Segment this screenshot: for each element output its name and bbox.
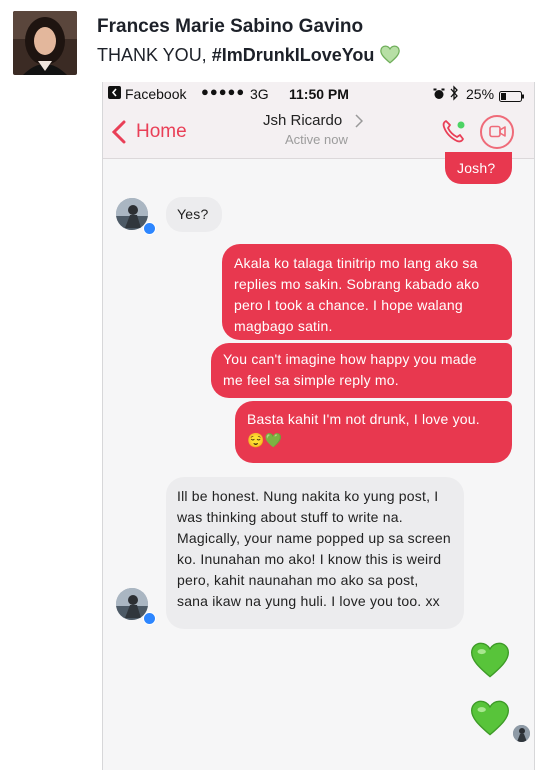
video-call-icon[interactable] (480, 115, 514, 149)
status-app-label: Facebook (125, 86, 187, 102)
post-text-prefix: THANK YOU, (97, 45, 212, 65)
message-outgoing[interactable]: Josh? (445, 152, 512, 184)
seen-indicator-avatar (513, 725, 530, 742)
message-text: You can't imagine how happy you made me … (223, 351, 477, 388)
messenger-screenshot: Facebook ●●●●● 3G 11:50 PM 25% Home Jsh … (102, 82, 535, 770)
message-incoming[interactable]: Ill be honest. Nung nakita ko yung post,… (166, 477, 464, 629)
green-heart-icon[interactable] (470, 641, 510, 684)
message-outgoing[interactable]: Akala ko talaga tinitrip mo lang ako sa … (222, 244, 512, 340)
status-bar: Facebook ●●●●● 3G 11:50 PM 25% (103, 82, 534, 106)
green-heart-icon[interactable] (470, 699, 510, 742)
back-to-app-icon[interactable] (108, 86, 121, 102)
message-text: Josh? (457, 160, 496, 176)
chevron-left-icon[interactable] (111, 119, 127, 150)
message-text: Basta kahit I'm not drunk, I love you. (247, 411, 480, 427)
battery-icon (499, 89, 525, 105)
message-incoming[interactable]: Yes? (166, 197, 222, 232)
message-text: Yes? (177, 206, 209, 222)
message-emoji: 😌💚 (247, 432, 283, 448)
post-text: THANK YOU, #ImDrunkILoveYou (97, 45, 401, 69)
message-text: Akala ko talaga tinitrip mo lang ako sa … (234, 255, 480, 334)
message-text: Ill be honest. Nung nakita ko yung post,… (177, 488, 451, 609)
message-outgoing[interactable]: Basta kahit I'm not drunk, I love you. 😌… (235, 401, 512, 463)
message-outgoing[interactable]: You can't imagine how happy you made me … (211, 343, 512, 398)
poster-name[interactable]: Frances Marie Sabino Gavino (97, 16, 363, 38)
phone-call-icon[interactable] (440, 117, 468, 150)
contact-name[interactable]: Jsh Ricardo (263, 112, 342, 129)
poster-avatar[interactable] (13, 11, 77, 75)
messenger-badge-icon (143, 612, 156, 625)
contact-status: Active now (285, 132, 348, 147)
bluetooth-icon (449, 85, 459, 104)
network-type: 3G (250, 86, 269, 102)
green-heart-icon (380, 45, 401, 69)
hashtag-link[interactable]: #ImDrunkILoveYou (212, 45, 375, 65)
home-back-button[interactable]: Home (136, 121, 187, 143)
status-time: 11:50 PM (289, 86, 349, 102)
battery-percent: 25% (466, 86, 495, 102)
alarm-icon (433, 87, 445, 103)
messenger-badge-icon (143, 222, 156, 235)
chevron-right-icon[interactable] (355, 114, 364, 133)
signal-strength: ●●●●● (201, 84, 246, 99)
